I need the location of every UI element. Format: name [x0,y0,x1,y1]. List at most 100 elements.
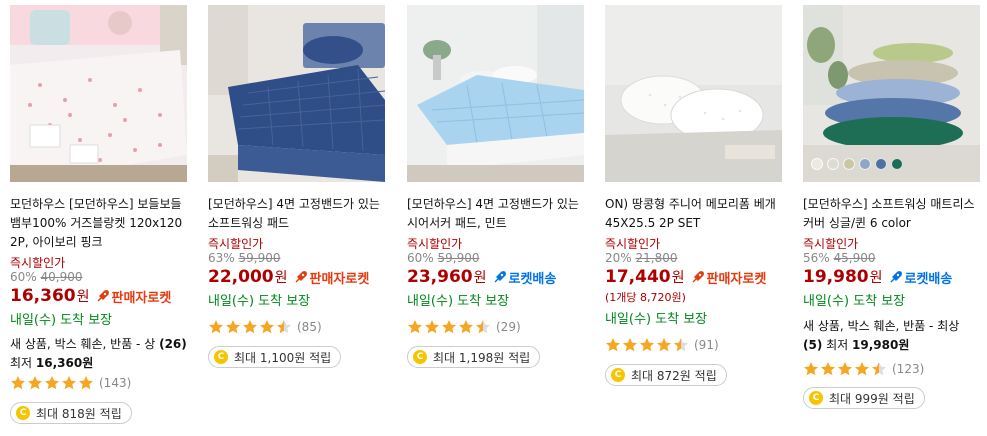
review-count: (91) [694,338,719,352]
star-icon [804,362,818,376]
used-offer-text: 새 상품, 박스 훼손, 반품 - 최상 [803,319,960,333]
product-image[interactable] [803,5,980,182]
review-count: (29) [496,320,521,334]
rocket-icon [97,290,109,302]
used-offer-price: 19,980원 [852,338,910,352]
reward-label: 최대 872원 적립 [631,368,717,383]
arrival-guarantee: 내일(수) 도착 보장 [407,294,510,309]
product-title[interactable]: ON) 땅콩형 주니어 메모리폼 베개 45X25.5 2P SET [605,195,782,233]
mattress-cover-stack-photo [803,5,980,182]
rocket-delivery-badge: 로켓배송 [889,268,953,287]
rocket-delivery-badge: 로켓배송 [493,268,557,287]
used-offer-count: (26) [159,337,187,351]
used-offer-count: (5) [803,338,823,352]
promo-label: 즉시할인가 [10,256,66,270]
product-image[interactable] [10,5,187,182]
currency-label: 원 [76,289,90,305]
gauze-blanket-photo [10,5,187,182]
coin-icon: C [214,350,228,364]
coin-icon: C [611,368,625,382]
color-swatch [811,158,823,170]
review-count: (123) [892,362,925,376]
product-image[interactable] [605,5,782,182]
product-card[interactable]: [모던하우스] 4면 고정밴드가 있는 시어서커 패드, 민트 즉시할인가 60… [407,5,584,433]
badge-label: 로켓배송 [508,271,557,287]
color-swatch [859,158,871,170]
used-offer[interactable]: 새 상품, 박스 훼손, 반품 - 상 (26) 최저 16,360원 [10,335,187,373]
star-icon [11,376,25,390]
original-price: 56% 45,900 [803,251,876,265]
color-swatch [843,158,855,170]
rating: (143) [10,375,131,391]
original-price: 20% 21,800 [605,251,678,265]
badge-label: 판매자로켓 [706,271,767,287]
star-icon [226,320,240,334]
arrival-guarantee: 내일(수) 도착 보장 [803,294,906,309]
product-card[interactable]: [모던하우스] 소프트워싱 매트리스커버 싱글/퀸 6 color 즉시할인가 … [803,5,980,433]
mint-mattress-pad-photo [407,5,584,182]
star-icon [657,338,671,352]
reward-label: 최대 818원 적립 [36,406,122,421]
badge-label: 로켓배송 [904,271,953,287]
star-rating [407,319,492,335]
rating: (29) [407,319,521,335]
sale-price: 23,960 [407,267,473,287]
promo-label: 즉시할인가 [605,237,661,251]
unit-price: (1개당 8,720원) [605,291,686,304]
seller-rocket-badge: 판매자로켓 [96,287,172,306]
strike-price: 59,900 [437,251,480,265]
rocket-icon [494,271,506,283]
product-title[interactable]: 모던하우스 [모던하우스] 보들보들 뱀부100% 거즈블랑켓 120x120 … [10,195,187,252]
sale-price: 16,360 [10,286,76,306]
seller-rocket-badge: 판매자로켓 [294,268,369,287]
arrival-guarantee: 내일(수) 도착 보장 [605,312,708,327]
product-title[interactable]: [모던하우스] 4면 고정밴드가 있는 시어서커 패드, 민트 [407,195,584,233]
currency-label: 원 [671,270,685,286]
badge-label: 판매자로켓 [111,290,172,306]
rocket-icon [890,271,902,283]
used-offer-text: 새 상품, 박스 훼손, 반품 - 상 [10,337,156,351]
color-swatch [891,158,903,170]
product-title[interactable]: [모던하우스] 소프트워싱 매트리스커버 싱글/퀸 6 color [803,195,980,233]
discount-rate: 60% [407,251,434,265]
product-card[interactable]: ON) 땅콩형 주니어 메모리폼 베개 45X25.5 2P SET 즉시할인가… [605,5,782,433]
star-icon [855,362,869,376]
arrival-guarantee: 내일(수) 도착 보장 [208,294,311,309]
promo-label: 즉시할인가 [803,237,859,251]
star-icon [674,338,688,352]
product-card[interactable]: 모던하우스 [모던하우스] 보들보들 뱀부100% 거즈블랑켓 120x120 … [10,5,187,433]
product-image[interactable] [407,5,584,182]
discount-rate: 56% [803,251,830,265]
star-icon [28,376,42,390]
product-title[interactable]: [모던하우스] 4면 고정밴드가 있는 소프트워싱 패드 [208,195,385,233]
used-offer[interactable]: 새 상품, 박스 훼손, 반품 - 최상 (5) 최저 19,980원 [803,317,980,355]
review-count: (85) [297,320,322,334]
review-count: (143) [99,376,132,390]
coin-icon: C [16,406,30,420]
star-icon [260,320,274,334]
seller-rocket-badge: 판매자로켓 [691,268,767,287]
coin-icon: C [413,350,427,364]
original-price: 63% 59,900 [208,251,281,265]
rocket-icon [295,271,307,283]
star-icon [640,338,654,352]
star-icon [45,376,59,390]
reward-label: 최대 999원 적립 [829,391,915,406]
star-icon [838,362,852,376]
price-row: 23,960 원 로켓배송 [407,266,556,288]
rating: (91) [605,337,719,353]
price-row: 16,360 원 판매자로켓 [10,285,171,307]
product-image[interactable] [208,5,385,182]
rating: (85) [208,319,322,335]
star-icon [408,320,422,334]
product-card[interactable]: [모던하우스] 4면 고정밴드가 있는 소프트워싱 패드 즉시할인가 63% 5… [208,5,385,433]
star-icon [277,320,291,334]
used-offer-mid: 최저 [822,338,853,352]
price-row: 22,000 원 판매자로켓 [208,266,369,288]
star-icon [872,362,886,376]
reward-pill: C 최대 1,100원 적립 [208,346,342,368]
star-icon [209,320,223,334]
price-row: 17,440 원 판매자로켓 [605,266,766,288]
currency-label: 원 [869,270,883,286]
star-icon [79,376,93,390]
